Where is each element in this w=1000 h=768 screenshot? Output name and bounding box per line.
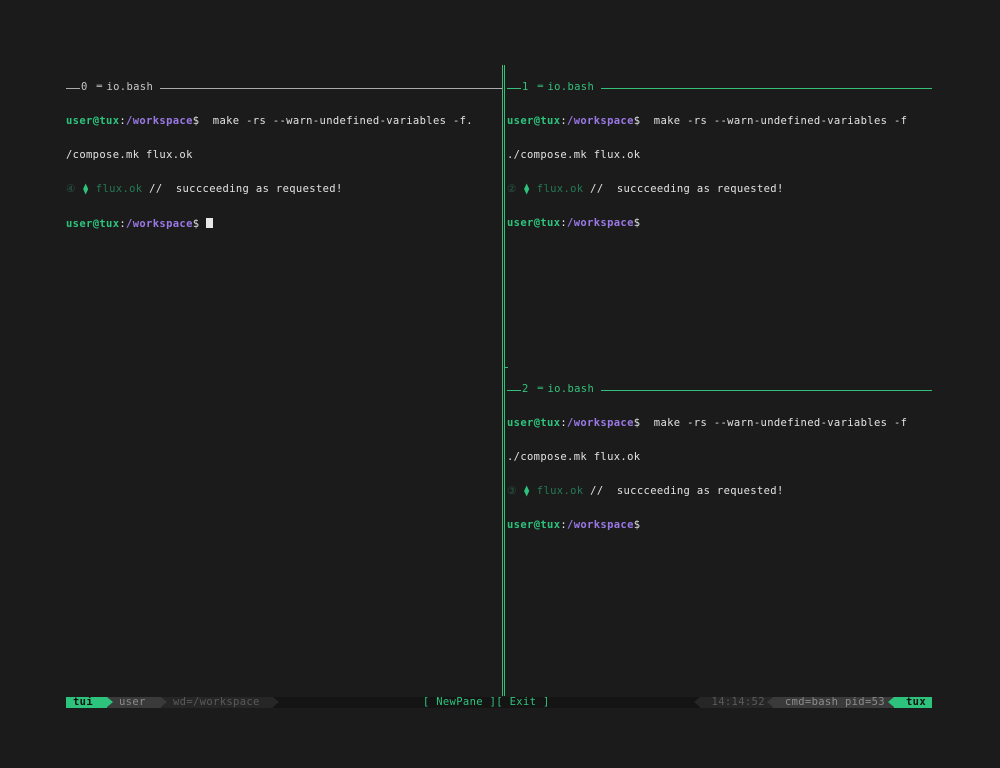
command-text: ./compose.mk flux.ok — [507, 451, 641, 464]
output-line: ② ⧫ flux.ok // succceeding as requested! — [507, 182, 932, 195]
status-actions: [ NewPane ][ Exit ] — [273, 697, 700, 708]
command-text: /compose.mk flux.ok — [66, 149, 193, 162]
prompt-path: /workspace — [126, 115, 193, 128]
separator: // — [590, 484, 604, 497]
command-continuation: /compose.mk flux.ok — [66, 149, 502, 162]
text-cursor — [206, 217, 214, 228]
prompt-line[interactable]: user@tux:/workspace$ — [66, 217, 502, 230]
prompt-host: tux — [99, 115, 120, 128]
diamond-icon: ⧫ — [82, 182, 90, 195]
prompt-dollar: $ — [192, 217, 200, 230]
pane-index: 0 — [81, 81, 88, 94]
pane-border — [601, 389, 932, 391]
equals-icon: ═ — [537, 384, 544, 395]
output-message: succceeding as requested! — [162, 182, 343, 195]
prompt-path: /workspace — [567, 115, 634, 128]
pane-0[interactable]: 0 ═ io.bash user@tux:/workspace$ make -r… — [66, 60, 502, 696]
terminal-screen: 0 ═ io.bash user@tux:/workspace$ make -r… — [66, 60, 932, 708]
diamond-icon: ⧫ — [523, 182, 531, 195]
pane-header: 1 ═ io.bash — [507, 81, 932, 94]
prompt-host: tux — [540, 417, 561, 430]
new-pane-button[interactable]: [ NewPane ] — [423, 697, 496, 708]
equals-icon: ═ — [96, 82, 103, 93]
prompt-user: user — [507, 417, 534, 430]
equals-icon: ═ — [537, 82, 544, 93]
status-host: tux — [887, 697, 932, 708]
prompt-user: user — [507, 518, 534, 531]
prompt-host: tux — [540, 115, 561, 128]
step-number: ③ — [507, 484, 517, 497]
pane-divider-vertical[interactable] — [502, 65, 505, 696]
output-line: ④ ⧫ flux.ok // succceeding as requested! — [66, 182, 502, 195]
status-process: cmd=bash pid=53 — [766, 697, 894, 708]
prompt-dollar: $ — [633, 518, 641, 531]
prompt-path: /workspace — [567, 518, 634, 531]
prompt-path: /workspace — [567, 417, 634, 430]
pane-header: 0 ═ io.bash — [66, 81, 502, 94]
pane-border — [601, 87, 932, 89]
pane-border — [507, 389, 521, 391]
step-number: ② — [507, 182, 517, 195]
command-text: make -rs --warn-undefined-variables -f. — [199, 115, 473, 128]
command-line: user@tux:/workspace$ make -rs --warn-und… — [507, 116, 932, 127]
command-continuation: ./compose.mk flux.ok — [507, 149, 932, 162]
output-message: succceeding as requested! — [603, 484, 784, 497]
pane-index: 1 — [522, 81, 529, 94]
separator: // — [590, 182, 604, 195]
command-continuation: ./compose.mk flux.ok — [507, 451, 932, 464]
output-line: ③ ⧫ flux.ok // succceeding as requested! — [507, 484, 932, 497]
pane-header: 2 ═ io.bash — [507, 383, 932, 396]
pane-index: 2 — [522, 383, 529, 396]
make-target: flux.ok — [95, 182, 143, 195]
status-user: user — [107, 697, 167, 708]
pane-border — [66, 87, 80, 89]
prompt-path: /workspace — [567, 216, 634, 229]
status-time: 14:14:52 — [693, 697, 773, 708]
pane-title: io.bash — [106, 81, 154, 94]
diamond-icon: ⧫ — [523, 484, 531, 497]
pane-border — [160, 87, 502, 89]
prompt-host: tux — [99, 217, 120, 230]
prompt-path: /workspace — [126, 217, 193, 230]
pane-border — [507, 87, 521, 89]
make-target: flux.ok — [536, 484, 584, 497]
exit-button[interactable]: [ Exit ] — [496, 697, 549, 708]
separator: // — [149, 182, 163, 195]
pane-1[interactable]: 1 ═ io.bash user@tux:/workspace$ make -r… — [507, 60, 932, 360]
prompt-line[interactable]: user@tux:/workspace$ — [507, 216, 932, 229]
prompt-user: user — [66, 217, 93, 230]
step-number: ④ — [66, 182, 76, 195]
prompt-host: tux — [540, 518, 561, 531]
session-name: tui — [66, 697, 113, 708]
pane-divider-horizontal — [505, 367, 508, 368]
command-line: user@tux:/workspace$ make -rs --warn-und… — [66, 116, 502, 127]
prompt-line[interactable]: user@tux:/workspace$ — [507, 518, 932, 531]
command-text: make -rs --warn-undefined-variables -f — [640, 115, 908, 128]
pane-title: io.bash — [547, 383, 595, 396]
command-text: make -rs --warn-undefined-variables -f — [640, 417, 908, 430]
prompt-user: user — [66, 115, 93, 128]
pane-2[interactable]: 2 ═ io.bash user@tux:/workspace$ make -r… — [507, 362, 932, 696]
prompt-user: user — [507, 115, 534, 128]
make-target: flux.ok — [536, 182, 584, 195]
output-message: succceeding as requested! — [603, 182, 784, 195]
command-line: user@tux:/workspace$ make -rs --warn-und… — [507, 418, 932, 429]
pane-title: io.bash — [547, 81, 595, 94]
status-working-dir: wd=/workspace — [161, 697, 279, 708]
prompt-host: tux — [540, 216, 561, 229]
command-text: ./compose.mk flux.ok — [507, 149, 641, 162]
status-bar: tui user wd=/workspace [ NewPane ][ Exit… — [66, 697, 932, 708]
prompt-dollar: $ — [633, 216, 641, 229]
prompt-user: user — [507, 216, 534, 229]
